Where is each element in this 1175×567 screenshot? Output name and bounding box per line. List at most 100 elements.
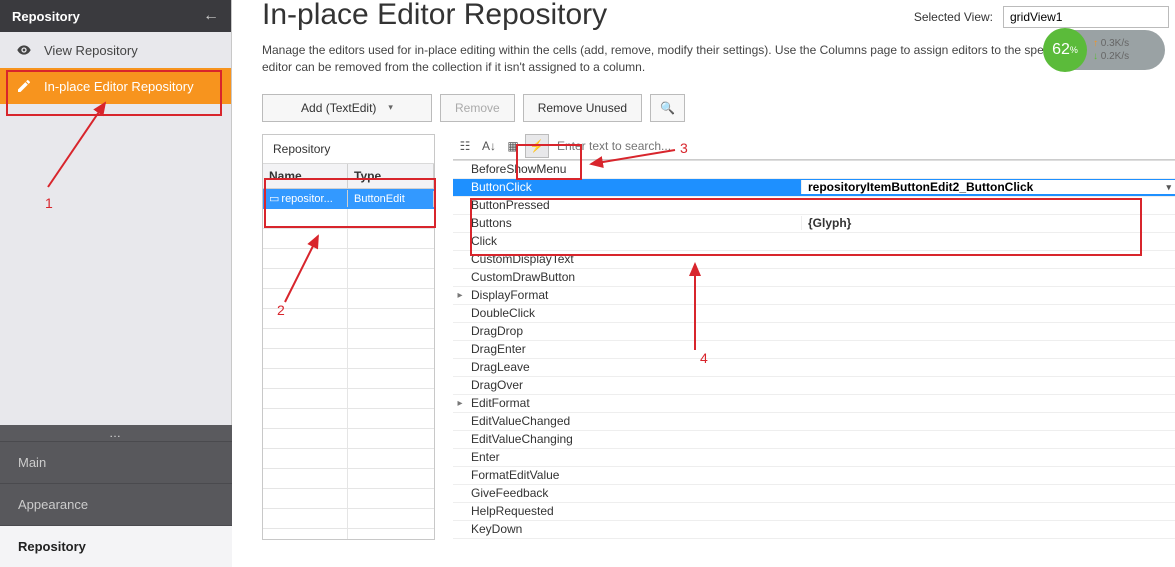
expand-icon[interactable]: ▸: [453, 290, 467, 301]
eye-icon: [16, 42, 36, 58]
editor-glyph-icon: ▭: [269, 192, 279, 205]
property-row[interactable]: DragEnter: [453, 341, 1175, 359]
btn-label: Remove: [455, 101, 500, 115]
selected-view-input[interactable]: [1003, 6, 1169, 28]
events-button[interactable]: ⚡: [525, 134, 549, 158]
property-row[interactable]: KeyDown: [453, 521, 1175, 539]
expand-icon[interactable]: ▸: [453, 398, 467, 409]
property-row[interactable]: ▸EditFormat: [453, 395, 1175, 413]
percent-sign: %: [1070, 45, 1078, 55]
property-name: EditValueChanged: [467, 414, 801, 428]
property-name: HelpRequested: [467, 504, 801, 518]
property-name: EditValueChanging: [467, 432, 801, 446]
property-toolbar: ☷ A↓ ▦ ⚡: [453, 134, 1175, 160]
speed-readout: 0.3K/s 0.2K/s: [1093, 37, 1129, 63]
remove-button[interactable]: Remove: [440, 94, 515, 122]
nav-label: Appearance: [18, 497, 88, 512]
property-name: ButtonClick: [467, 180, 801, 194]
property-name: FormatEditValue: [467, 468, 801, 482]
property-panel: ☷ A↓ ▦ ⚡ BeforeShowMenuButtonClickreposi…: [453, 134, 1175, 540]
selected-view-label: Selected View:: [914, 10, 993, 24]
sidebar-nav-main[interactable]: Main: [0, 441, 232, 483]
property-search-input[interactable]: [549, 135, 1175, 157]
property-name: DragOver: [467, 378, 801, 392]
property-row[interactable]: DragLeave: [453, 359, 1175, 377]
property-pages-button[interactable]: ▦: [501, 134, 525, 158]
cell-type: ButtonEdit: [348, 191, 434, 207]
property-row[interactable]: CustomDrawButton: [453, 269, 1175, 287]
property-row[interactable]: EditValueChanging: [453, 431, 1175, 449]
btn-label: Remove Unused: [538, 101, 627, 115]
property-value[interactable]: {Glyph}: [801, 216, 1175, 230]
sidebar-item-label: View Repository: [44, 43, 138, 58]
page-description: Manage the editors used for in-place edi…: [262, 42, 1167, 76]
property-row[interactable]: DragOver: [453, 377, 1175, 395]
property-name: DisplayFormat: [467, 288, 801, 302]
property-value[interactable]: repositoryItemButtonEdit2_ButtonClick ▾: [801, 180, 1175, 194]
property-name: Buttons: [467, 216, 801, 230]
property-value-text: {Glyph}: [808, 216, 851, 230]
property-row[interactable]: HelpRequested: [453, 503, 1175, 521]
property-row[interactable]: DragDrop: [453, 323, 1175, 341]
property-row[interactable]: Buttons {Glyph}: [453, 215, 1175, 233]
property-row[interactable]: Click: [453, 233, 1175, 251]
lightning-icon: ⚡: [530, 139, 545, 153]
alphabetical-button[interactable]: A↓: [477, 134, 501, 158]
upload-speed: 0.3K/s: [1093, 37, 1129, 50]
search-icon: 🔍: [660, 101, 675, 115]
sidebar: Repository ← View Repository In-place Ed…: [0, 0, 232, 567]
property-grid[interactable]: BeforeShowMenuButtonClickrepositoryItemB…: [453, 160, 1175, 539]
sidebar-item-label: In-place Editor Repository: [44, 79, 194, 94]
sidebar-item-view-repository[interactable]: View Repository: [0, 32, 231, 68]
toolbar: Add (TextEdit) Remove Remove Unused 🔍: [262, 94, 1175, 122]
property-row[interactable]: ButtonClickrepositoryItemButtonEdit2_But…: [453, 179, 1175, 197]
sidebar-title: Repository: [12, 9, 80, 24]
col-type[interactable]: Type: [348, 164, 434, 189]
property-name: ButtonPressed: [467, 198, 801, 212]
repo-panel-title: Repository: [263, 135, 434, 164]
property-row[interactable]: GiveFeedback: [453, 485, 1175, 503]
property-row[interactable]: EditValueChanged: [453, 413, 1175, 431]
sidebar-nav-appearance[interactable]: Appearance: [0, 483, 232, 525]
sidebar-item-inplace-editor[interactable]: In-place Editor Repository: [0, 68, 231, 104]
property-name: Enter: [467, 450, 801, 464]
categorized-button[interactable]: ☷: [453, 134, 477, 158]
speed-value: 62: [1052, 41, 1070, 59]
property-name: GiveFeedback: [467, 486, 801, 500]
search-button[interactable]: 🔍: [650, 94, 685, 122]
download-speed: 0.2K/s: [1093, 50, 1129, 63]
property-row[interactable]: DoubleClick: [453, 305, 1175, 323]
property-name: BeforeShowMenu: [467, 162, 801, 176]
property-row[interactable]: Enter: [453, 449, 1175, 467]
main-content: In-place Editor Repository Selected View…: [232, 0, 1175, 567]
sidebar-bottom-nav: … Main Appearance Repository: [0, 425, 232, 567]
nav-label: Repository: [18, 539, 86, 554]
selected-view: Selected View:: [914, 6, 1169, 28]
property-name: DragLeave: [467, 360, 801, 374]
property-row[interactable]: ButtonPressed: [453, 197, 1175, 215]
sidebar-nav-repository[interactable]: Repository: [0, 525, 232, 567]
repository-panel: Repository Name Type ▭repositor... Butto…: [262, 134, 435, 540]
back-icon[interactable]: ←: [203, 7, 219, 25]
property-value-text: repositoryItemButtonEdit2_ButtonClick: [808, 180, 1033, 194]
repo-table-header: Name Type: [263, 164, 434, 189]
property-row[interactable]: CustomDisplayText: [453, 251, 1175, 269]
property-row[interactable]: FormatEditValue: [453, 467, 1175, 485]
repo-row[interactable]: ▭repositor... ButtonEdit: [263, 189, 434, 209]
property-row[interactable]: ▸DisplayFormat: [453, 287, 1175, 305]
col-name[interactable]: Name: [263, 164, 348, 189]
sidebar-expand-handle[interactable]: …: [0, 425, 232, 441]
remove-unused-button[interactable]: Remove Unused: [523, 94, 642, 122]
property-name: DragEnter: [467, 342, 801, 356]
repo-table: Name Type ▭repositor... ButtonEdit: [263, 164, 434, 539]
add-button[interactable]: Add (TextEdit): [262, 94, 432, 122]
speed-percent: 62%: [1043, 28, 1087, 72]
dropdown-icon[interactable]: ▾: [1166, 182, 1171, 193]
property-name: DoubleClick: [467, 306, 801, 320]
nav-label: Main: [18, 455, 46, 470]
speed-overlay[interactable]: 62% 0.3K/s 0.2K/s: [1045, 30, 1165, 70]
property-name: KeyDown: [467, 522, 801, 536]
btn-label: Add (TextEdit): [301, 101, 376, 115]
property-row[interactable]: BeforeShowMenu: [453, 161, 1175, 179]
repo-empty-grid: [263, 209, 434, 539]
